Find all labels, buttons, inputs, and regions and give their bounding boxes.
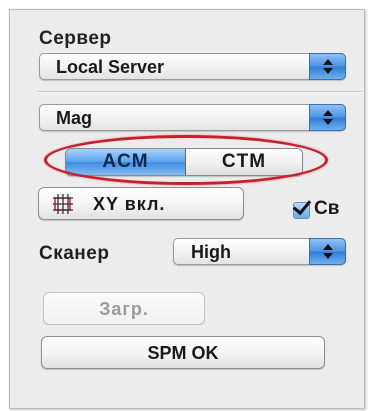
spm-ok-button[interactable]: SPM OK <box>41 336 325 369</box>
checkmark-icon <box>292 195 312 216</box>
spm-ok-button-label: SPM OK <box>147 343 219 363</box>
select-arrows-icon <box>309 104 346 131</box>
server-select[interactable]: Local Server <box>39 53 346 80</box>
mode-select[interactable]: Mag <box>39 104 346 131</box>
highlight-oval <box>44 135 328 185</box>
xy-toggle-button[interactable]: XY вкл. <box>38 187 244 220</box>
xy-scan-icon <box>51 193 75 215</box>
checkbox-label: Св <box>314 198 340 219</box>
mode-select-value: Mag <box>56 108 92 128</box>
scanner-select[interactable]: High <box>173 238 346 265</box>
scanner-label: Сканер <box>39 243 110 264</box>
server-label: Сервер <box>39 28 112 49</box>
option-checkbox[interactable] <box>292 195 312 219</box>
select-arrows-icon <box>309 53 346 80</box>
separator <box>38 91 362 93</box>
server-select-value: Local Server <box>56 57 165 77</box>
scanner-select-value: High <box>191 242 231 262</box>
load-button-label: Загр. <box>99 299 149 319</box>
select-arrows-icon <box>309 238 346 265</box>
control-panel: Сервер Local Server Mag ACM CTM XY вкл. … <box>9 9 365 409</box>
xy-button-label: XY вкл. <box>93 194 166 214</box>
load-button[interactable]: Загр. <box>43 292 205 325</box>
